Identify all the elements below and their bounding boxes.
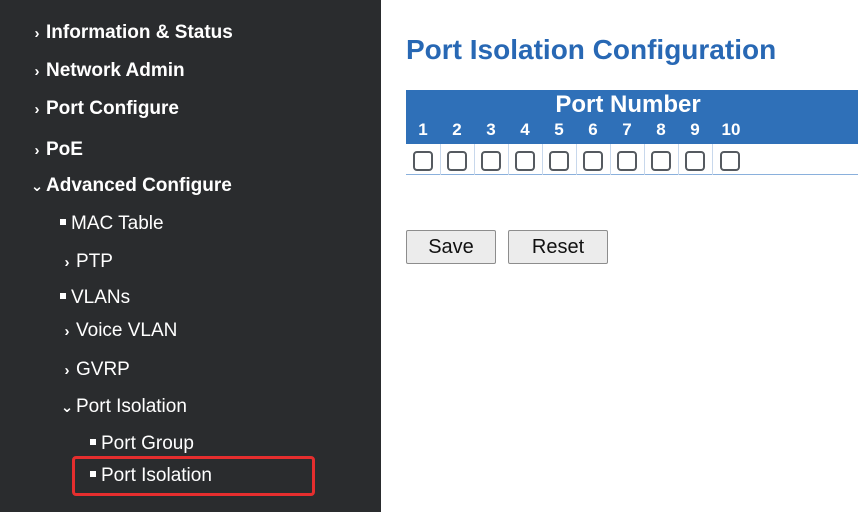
port-4-checkbox[interactable] (515, 151, 535, 171)
sidebar-item-gvrp[interactable]: › GVRP (60, 359, 130, 382)
chevron-right-icon: › (64, 323, 70, 340)
sidebar-item-port-isolation-group[interactable]: ⌄ Port Isolation (60, 396, 187, 419)
chevron-down-icon: ⌄ (30, 178, 44, 195)
sidebar-item-voice-vlan[interactable]: › Voice VLAN (60, 320, 178, 343)
cell-divider (712, 144, 713, 175)
port-6-checkbox[interactable] (583, 151, 603, 171)
port-5-checkbox[interactable] (549, 151, 569, 171)
sidebar-item-label: Advanced Configure (46, 175, 232, 196)
square-bullet-icon (90, 438, 96, 445)
sidebar-item-poe[interactable]: › PoE (30, 139, 83, 162)
port-1-checkbox[interactable] (413, 151, 433, 171)
cell-divider (440, 144, 441, 175)
port-3-checkbox[interactable] (481, 151, 501, 171)
port-number-label: 3 (486, 120, 496, 139)
port-9-checkbox[interactable] (685, 151, 705, 171)
cell-divider (678, 144, 679, 175)
port-isolation-table: Port Number 1 2 3 4 5 6 7 8 9 10 (406, 90, 858, 176)
chevron-down-icon: ⌄ (60, 399, 74, 416)
sidebar-item-label: Port Configure (46, 98, 179, 119)
port-8-checkbox[interactable] (651, 151, 671, 171)
sidebar-item-ptp[interactable]: › PTP (60, 251, 113, 274)
port-number-label: 5 (554, 120, 564, 139)
sidebar-item-port-configure[interactable]: › Port Configure (30, 98, 180, 121)
sidebar-nav: › Information & Status › Network Admin › Po… (0, 0, 381, 512)
cell-divider (542, 144, 543, 175)
square-bullet-icon (60, 292, 66, 299)
chevron-right-icon: › (64, 362, 70, 379)
port-2-checkbox[interactable] (447, 151, 467, 171)
port-number-label: 10 (721, 120, 741, 139)
sidebar-item-label: GVRP (76, 359, 130, 380)
sidebar-item-label: Port Isolation (76, 396, 187, 417)
chevron-right-icon: › (34, 25, 40, 42)
table-header: Port Number 1 2 3 4 5 6 7 8 9 10 (406, 90, 858, 144)
sidebar-item-mac-table[interactable]: MAC Table (60, 213, 164, 235)
port-number-label: 8 (656, 120, 666, 139)
chevron-right-icon: › (34, 63, 40, 80)
port-checkbox-row (406, 144, 858, 175)
sidebar-item-advanced-configure[interactable]: ⌄ Advanced Configure (30, 175, 232, 198)
port-10-checkbox[interactable] (720, 151, 740, 171)
sidebar-item-label: MAC Table (71, 213, 164, 234)
sidebar-item-label: Network Admin (46, 60, 185, 81)
sidebar-item-label: PTP (76, 251, 113, 272)
cell-divider (576, 144, 577, 175)
port-7-checkbox[interactable] (617, 151, 637, 171)
sidebar-item-label: Information & Status (46, 22, 233, 43)
page-title: Port Isolation Configuration (406, 34, 777, 65)
sidebar-item-vlans[interactable]: VLANs (60, 287, 130, 309)
sidebar-item-label: VLANs (71, 287, 131, 308)
sidebar-item-port-group[interactable]: Port Group (90, 433, 194, 455)
cell-divider (508, 144, 509, 175)
sidebar-item-information-status[interactable]: › Information & Status (30, 22, 233, 45)
save-button[interactable]: Save (406, 230, 496, 264)
port-number-header: Port Number (555, 91, 701, 118)
sidebar-item-label: Voice VLAN (76, 320, 178, 341)
cell-divider (474, 144, 475, 175)
chevron-right-icon: › (64, 254, 70, 271)
port-number-label: 2 (452, 120, 462, 139)
sidebar-item-network-admin[interactable]: › Network Admin (30, 60, 185, 83)
sidebar-item-label: PoE (46, 139, 83, 160)
chevron-right-icon: › (34, 142, 40, 159)
port-number-label: 6 (588, 120, 598, 139)
port-number-label: 7 (622, 120, 632, 139)
port-number-label: 9 (690, 120, 700, 139)
chevron-right-icon: › (34, 101, 40, 118)
square-bullet-icon (60, 218, 66, 225)
selected-item-highlight (72, 456, 315, 496)
port-number-label: 4 (520, 120, 530, 139)
sidebar-item-label: Port Group (101, 433, 194, 454)
cell-divider (644, 144, 645, 175)
cell-divider (610, 144, 611, 175)
reset-button[interactable]: Reset (508, 230, 608, 264)
port-number-label: 1 (418, 120, 428, 139)
